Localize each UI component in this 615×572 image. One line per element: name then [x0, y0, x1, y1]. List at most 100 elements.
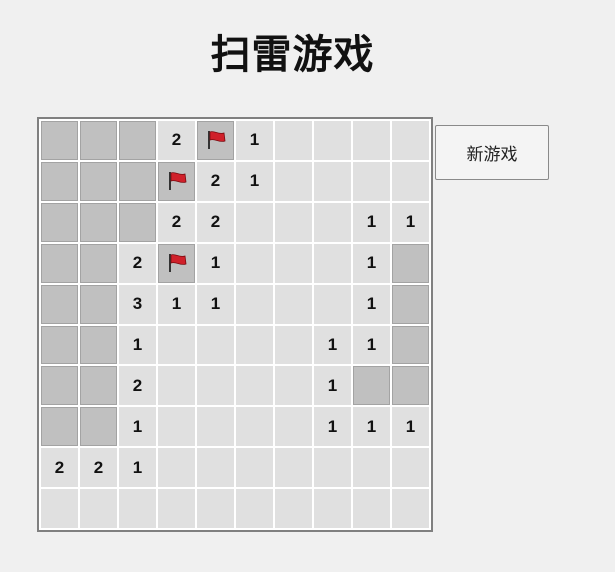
hidden-cell[interactable]	[80, 325, 117, 365]
empty-cell[interactable]	[119, 489, 156, 528]
number-cell[interactable]: 2	[80, 448, 117, 488]
empty-cell[interactable]	[275, 366, 312, 406]
empty-cell[interactable]	[236, 202, 273, 242]
hidden-cell[interactable]	[392, 366, 429, 406]
empty-cell[interactable]	[197, 448, 234, 488]
empty-cell[interactable]	[392, 161, 429, 201]
number-cell[interactable]: 1	[314, 325, 351, 365]
number-cell[interactable]: 1	[119, 407, 156, 447]
empty-cell[interactable]	[275, 284, 312, 324]
empty-cell[interactable]	[392, 121, 429, 160]
empty-cell[interactable]	[392, 448, 429, 488]
number-cell[interactable]: 1	[353, 243, 390, 283]
number-cell[interactable]: 1	[119, 448, 156, 488]
empty-cell[interactable]	[236, 448, 273, 488]
empty-cell[interactable]	[197, 325, 234, 365]
number-cell[interactable]: 1	[353, 202, 390, 242]
number-cell[interactable]: 1	[158, 284, 195, 324]
number-cell[interactable]: 1	[314, 407, 351, 447]
hidden-cell[interactable]	[80, 243, 117, 283]
number-cell[interactable]: 1	[197, 243, 234, 283]
number-cell[interactable]: 2	[41, 448, 78, 488]
empty-cell[interactable]	[197, 489, 234, 528]
number-cell[interactable]: 2	[197, 161, 234, 201]
empty-cell[interactable]	[353, 489, 390, 528]
number-cell[interactable]: 1	[392, 407, 429, 447]
hidden-cell[interactable]	[80, 161, 117, 201]
number-cell[interactable]: 2	[119, 366, 156, 406]
hidden-cell[interactable]	[80, 121, 117, 160]
hidden-cell[interactable]	[80, 284, 117, 324]
hidden-cell[interactable]	[41, 161, 78, 201]
number-cell[interactable]: 1	[236, 121, 273, 160]
empty-cell[interactable]	[275, 448, 312, 488]
empty-cell[interactable]	[158, 407, 195, 447]
number-cell[interactable]: 2	[158, 121, 195, 160]
hidden-cell[interactable]	[119, 121, 156, 160]
empty-cell[interactable]	[314, 489, 351, 528]
empty-cell[interactable]	[275, 202, 312, 242]
empty-cell[interactable]	[314, 243, 351, 283]
empty-cell[interactable]	[275, 121, 312, 160]
new-game-button[interactable]: 新游戏	[435, 125, 549, 180]
empty-cell[interactable]	[197, 407, 234, 447]
flagged-cell[interactable]	[197, 121, 234, 160]
empty-cell[interactable]	[158, 448, 195, 488]
number-cell[interactable]: 1	[236, 161, 273, 201]
hidden-cell[interactable]	[80, 366, 117, 406]
hidden-cell[interactable]	[41, 325, 78, 365]
hidden-cell[interactable]	[80, 202, 117, 242]
empty-cell[interactable]	[314, 202, 351, 242]
flagged-cell[interactable]	[158, 161, 195, 201]
hidden-cell[interactable]	[392, 243, 429, 283]
empty-cell[interactable]	[275, 325, 312, 365]
empty-cell[interactable]	[197, 366, 234, 406]
empty-cell[interactable]	[275, 243, 312, 283]
hidden-cell[interactable]	[41, 121, 78, 160]
empty-cell[interactable]	[353, 448, 390, 488]
empty-cell[interactable]	[41, 489, 78, 528]
number-cell[interactable]: 1	[353, 407, 390, 447]
empty-cell[interactable]	[158, 366, 195, 406]
empty-cell[interactable]	[314, 121, 351, 160]
number-cell[interactable]: 2	[197, 202, 234, 242]
empty-cell[interactable]	[158, 325, 195, 365]
hidden-cell[interactable]	[41, 202, 78, 242]
empty-cell[interactable]	[158, 489, 195, 528]
flagged-cell[interactable]	[158, 243, 195, 283]
empty-cell[interactable]	[236, 284, 273, 324]
empty-cell[interactable]	[236, 407, 273, 447]
hidden-cell[interactable]	[41, 284, 78, 324]
hidden-cell[interactable]	[392, 284, 429, 324]
empty-cell[interactable]	[236, 366, 273, 406]
number-cell[interactable]: 1	[197, 284, 234, 324]
number-cell[interactable]: 1	[392, 202, 429, 242]
hidden-cell[interactable]	[119, 202, 156, 242]
empty-cell[interactable]	[236, 489, 273, 528]
number-cell[interactable]: 2	[158, 202, 195, 242]
number-cell[interactable]: 1	[353, 284, 390, 324]
number-cell[interactable]: 1	[353, 325, 390, 365]
empty-cell[interactable]	[353, 161, 390, 201]
hidden-cell[interactable]	[119, 161, 156, 201]
empty-cell[interactable]	[314, 161, 351, 201]
empty-cell[interactable]	[275, 489, 312, 528]
empty-cell[interactable]	[275, 407, 312, 447]
empty-cell[interactable]	[314, 284, 351, 324]
empty-cell[interactable]	[236, 325, 273, 365]
number-cell[interactable]: 1	[314, 366, 351, 406]
hidden-cell[interactable]	[41, 407, 78, 447]
empty-cell[interactable]	[80, 489, 117, 528]
hidden-cell[interactable]	[41, 366, 78, 406]
empty-cell[interactable]	[236, 243, 273, 283]
hidden-cell[interactable]	[80, 407, 117, 447]
hidden-cell[interactable]	[392, 325, 429, 365]
empty-cell[interactable]	[314, 448, 351, 488]
empty-cell[interactable]	[392, 489, 429, 528]
empty-cell[interactable]	[353, 121, 390, 160]
number-cell[interactable]: 3	[119, 284, 156, 324]
number-cell[interactable]: 1	[119, 325, 156, 365]
number-cell[interactable]: 2	[119, 243, 156, 283]
hidden-cell[interactable]	[353, 366, 390, 406]
hidden-cell[interactable]	[41, 243, 78, 283]
